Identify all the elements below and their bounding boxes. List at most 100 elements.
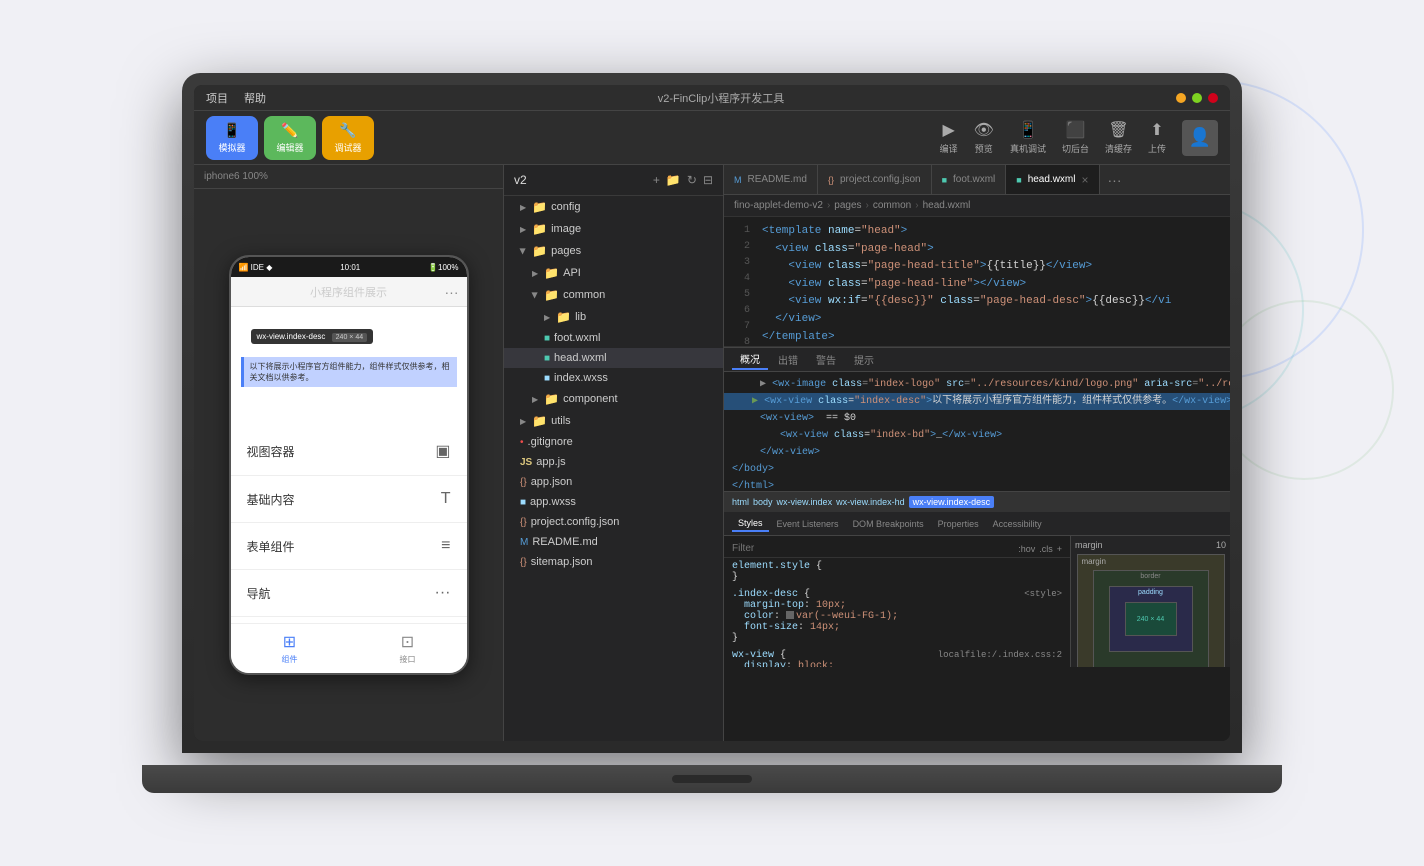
elem-tag-wx-view-index[interactable]: wx-view.index xyxy=(777,497,833,507)
file-tree-actions: + 📁 ↻ ⊟ xyxy=(653,173,713,187)
simulator-button[interactable]: 📱 模拟器 xyxy=(206,116,258,160)
component-item-view[interactable]: 视图容器 ▣ xyxy=(231,427,467,476)
cls-btn[interactable]: .cls xyxy=(1039,544,1053,554)
new-file-icon[interactable]: + xyxy=(653,173,660,187)
code-line-4: <view class="page-head-line"></view> xyxy=(762,276,1222,294)
chevron-config: ▶ xyxy=(520,203,526,212)
new-folder-icon[interactable]: 📁 xyxy=(666,173,681,187)
file-icon-index-wxss: ■ xyxy=(544,373,550,384)
tree-item-app-json[interactable]: {} app.json xyxy=(504,472,723,492)
component-nav-icon: ⊞ xyxy=(283,632,296,652)
bottom-tab-overview[interactable]: 概况 xyxy=(732,349,768,370)
tree-item-component[interactable]: ▶ 📁 component xyxy=(504,388,723,410)
file-icon-project-config: {} xyxy=(520,517,527,528)
tree-item-index-wxss[interactable]: ■ index.wxss xyxy=(504,368,723,388)
root-folder-name: v2 xyxy=(514,173,527,187)
tab-foot-wxml[interactable]: ■ foot.wxml xyxy=(932,165,1007,194)
styles-source-wx-view[interactable]: localfile:/.index.css:2 xyxy=(938,650,1062,660)
folder-icon-utils: 📁 xyxy=(532,414,547,428)
tree-item-image[interactable]: ▶ 📁 image xyxy=(504,218,723,240)
component-item-nav[interactable]: 导航 ··· xyxy=(231,570,467,617)
avatar-button[interactable]: 👤 xyxy=(1182,120,1218,156)
phone-nav-component[interactable]: ⊞ 组件 xyxy=(231,624,349,673)
collapse-icon[interactable]: ⊟ xyxy=(703,173,713,187)
toolbar-left: 📱 模拟器 ✏️ 编辑器 🔧 调试器 xyxy=(206,116,374,160)
laptop-container: 项目 帮助 v2-FinClip小程序开发工具 📱 模拟器 xyxy=(182,73,1242,793)
phone-title-dots[interactable]: ··· xyxy=(445,284,459,300)
close-button[interactable] xyxy=(1208,93,1218,103)
tree-item-api[interactable]: ▶ 📁 API xyxy=(504,262,723,284)
minimize-button[interactable] xyxy=(1176,93,1186,103)
tab-project-config[interactable]: {} project.config.json xyxy=(818,165,932,194)
styles-tab-properties[interactable]: Properties xyxy=(932,517,985,531)
styles-tab-event-listeners[interactable]: Event Listeners xyxy=(771,517,845,531)
tree-item-readme[interactable]: M README.md xyxy=(504,532,723,552)
compile-action[interactable]: ▶ 编译 xyxy=(940,120,958,155)
tree-item-foot-wxml[interactable]: ■ foot.wxml xyxy=(504,328,723,348)
phone-nav-api[interactable]: ⊡ 接口 xyxy=(349,624,467,673)
code-content[interactable]: <template name="head"> <view class="page… xyxy=(754,217,1230,346)
add-rule-btn[interactable]: + xyxy=(1057,544,1062,554)
component-icon-nav: ··· xyxy=(435,584,451,602)
component-item-form[interactable]: 表单组件 ≡ xyxy=(231,523,467,570)
tree-item-lib[interactable]: ▶ 📁 lib xyxy=(504,306,723,328)
bottom-tab-hints[interactable]: 提示 xyxy=(846,350,882,369)
code-line-7: </template> xyxy=(762,329,1222,346)
component-icon-view: ▣ xyxy=(435,441,450,461)
tree-item-pages[interactable]: ▶ 📁 pages xyxy=(504,240,723,262)
elem-tag-wx-view-hd[interactable]: wx-view.index-hd xyxy=(836,497,905,507)
elem-tag-html[interactable]: html xyxy=(732,497,749,507)
tree-item-app-js[interactable]: JS app.js xyxy=(504,452,723,472)
tree-item-app-wxss[interactable]: ■ app.wxss xyxy=(504,492,723,512)
elem-tag-wx-view-desc[interactable]: wx-view.index-desc xyxy=(909,496,995,508)
chevron-api: ▶ xyxy=(532,269,538,278)
styles-tab-styles[interactable]: Styles xyxy=(732,516,769,532)
tree-item-gitignore[interactable]: • .gitignore xyxy=(504,432,723,452)
clear-cache-action[interactable]: 🗑 清缓存 xyxy=(1105,120,1132,155)
tab-head-wxml[interactable]: ■ head.wxml × xyxy=(1006,165,1099,194)
editor-button[interactable]: ✏️ 编辑器 xyxy=(264,116,316,160)
preview-action[interactable]: 👁 预览 xyxy=(974,120,994,155)
tree-item-head-wxml[interactable]: ■ head.wxml xyxy=(504,348,723,368)
tree-item-sitemap[interactable]: {} sitemap.json xyxy=(504,552,723,572)
element-breadcrumb: html body wx-view.index wx-view.index-hd… xyxy=(724,492,1230,512)
bottom-tab-errors[interactable]: 出错 xyxy=(770,350,806,369)
tab-readme[interactable]: M README.md xyxy=(724,165,818,194)
api-nav-label: 接口 xyxy=(400,654,416,665)
tree-item-utils[interactable]: ▶ 📁 utils xyxy=(504,410,723,432)
refresh-icon[interactable]: ↻ xyxy=(687,173,697,187)
code-editor[interactable]: 12345678 <template name="head"> <view cl… xyxy=(724,217,1230,347)
maximize-button[interactable] xyxy=(1192,93,1202,103)
bottom-tab-bar: 概况 出错 警告 提示 xyxy=(724,348,1230,372)
upload-action[interactable]: ⬆ 上传 xyxy=(1148,120,1166,155)
tree-item-common[interactable]: ▶ 📁 common xyxy=(504,284,723,306)
elem-tag-body[interactable]: body xyxy=(753,497,773,507)
styles-selector-wx-view: wx-view { xyxy=(732,650,786,661)
tree-item-config[interactable]: ▶ 📁 config xyxy=(504,196,723,218)
styles-tab-accessibility[interactable]: Accessibility xyxy=(987,517,1048,531)
styles-right: margin 10 margin bo xyxy=(1070,536,1230,667)
component-item-content[interactable]: 基础内容 T xyxy=(231,476,467,523)
upload-label: 上传 xyxy=(1148,142,1166,155)
tree-item-project-config[interactable]: {} project.config.json xyxy=(504,512,723,532)
hover-btn[interactable]: :hov xyxy=(1018,544,1035,554)
tab-more-button[interactable]: ··· xyxy=(1100,172,1130,188)
styles-rule-element: element.style { } xyxy=(724,558,1070,586)
file-icon-app-json: {} xyxy=(520,477,527,488)
bottom-panel: 概况 出错 警告 提示 ▶ <wx-image class="index-log… xyxy=(724,347,1230,667)
file-icon-readme: M xyxy=(520,537,528,548)
background-action[interactable]: ⬛ 切后台 xyxy=(1062,120,1089,155)
device-debug-action[interactable]: 📱 真机调试 xyxy=(1010,120,1046,155)
tab-close-head-wxml[interactable]: × xyxy=(1082,174,1089,186)
html-line-7: </html> xyxy=(724,478,1230,492)
phone-status-bar: 📶 IDE ◆ 10:01 🔋100% xyxy=(231,257,467,277)
styles-tab-dom-breakpoints[interactable]: DOM Breakpoints xyxy=(847,517,930,531)
menu-item-help[interactable]: 帮助 xyxy=(244,90,266,106)
element-tooltip: wx-view.index-desc 240 × 44 xyxy=(251,329,374,344)
debugger-button[interactable]: 🔧 调试器 xyxy=(322,116,374,160)
bottom-tab-warnings[interactable]: 警告 xyxy=(808,350,844,369)
tab-icon-project-config: {} xyxy=(828,175,834,185)
menu-item-project[interactable]: 项目 xyxy=(206,90,228,106)
highlighted-element: 以下将展示小程序官方组件能力，组件样式仅供参考，相关文档以供参考。 xyxy=(241,357,457,387)
styles-filter-input[interactable] xyxy=(732,543,1014,554)
